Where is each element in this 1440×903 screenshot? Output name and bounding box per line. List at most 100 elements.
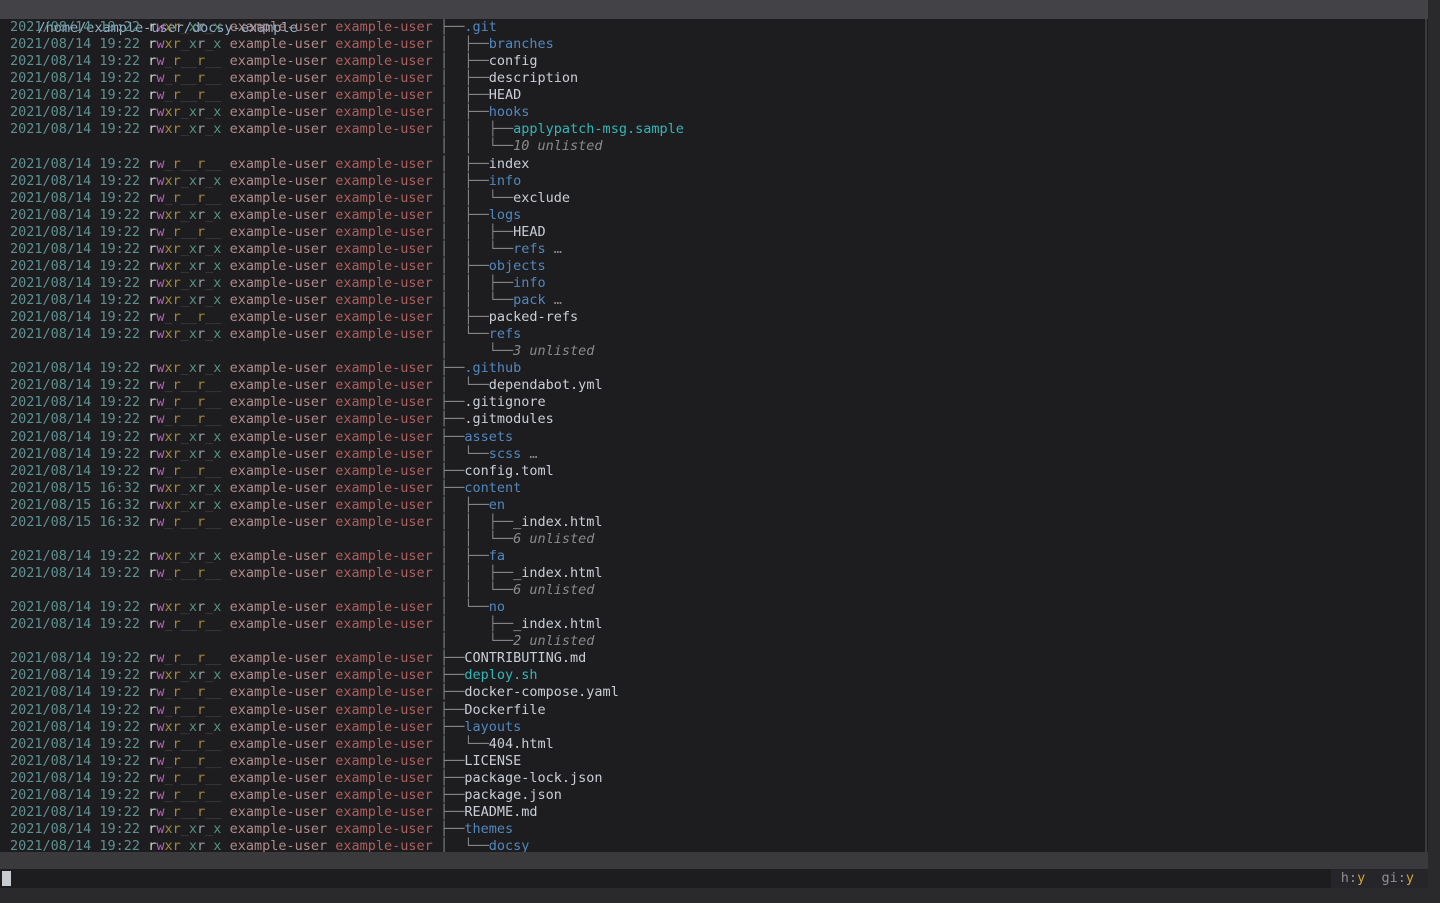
file-row[interactable]: 2021/08/14 19:22 rw_r__r__ example-user …	[0, 53, 1428, 70]
file-row[interactable]: 2021/08/14 19:22 rwxr_xr_x example-user …	[0, 258, 1428, 275]
file-name[interactable]: index	[489, 156, 530, 172]
file-name[interactable]: pack	[513, 292, 546, 308]
file-row[interactable]: 2021/08/14 19:22 rw_r__r__ example-user …	[0, 702, 1428, 719]
file-name[interactable]: fa	[489, 548, 505, 564]
file-row[interactable]: 2021/08/14 19:22 rwxr_xr_x example-user …	[0, 446, 1428, 463]
file-name[interactable]: _index.html	[513, 565, 602, 581]
file-name[interactable]: dependabot.yml	[489, 377, 603, 393]
file-row[interactable]: 2021/08/14 19:22 rwxr_xr_x example-user …	[0, 207, 1428, 224]
file-name[interactable]: config.toml	[464, 463, 553, 479]
file-name[interactable]: Dockerfile	[464, 702, 545, 718]
path-bar[interactable]: /home/example-user/docsy-example	[0, 0, 1428, 19]
file-row[interactable]: 2021/08/14 19:22 rwxr_xr_x example-user …	[0, 326, 1428, 343]
file-row[interactable]: 2021/08/14 19:22 rwxr_xr_x example-user …	[0, 429, 1428, 446]
file-row[interactable]: 2021/08/14 19:22 rw_r__r__ example-user …	[0, 190, 1428, 207]
file-name[interactable]: CONTRIBUTING.md	[464, 650, 586, 666]
tree-entry: ├──CONTRIBUTING.md	[440, 650, 586, 667]
file-name[interactable]: en	[489, 497, 505, 513]
file-name[interactable]: logs	[489, 207, 522, 223]
file-name[interactable]: objects	[489, 258, 546, 274]
file-row[interactable]: 2021/08/14 19:22 rw_r__r__ example-user …	[0, 736, 1428, 753]
file-row[interactable]: 2021/08/15 16:32 rw_r__r__ example-user …	[0, 514, 1428, 531]
file-row[interactable]: 2021/08/15 16:32 rwxr_xr_x example-user …	[0, 497, 1428, 514]
file-row[interactable]: 2021/08/14 19:22 rw_r__r__ example-user …	[0, 804, 1428, 821]
file-name[interactable]: .github	[464, 360, 521, 376]
file-name[interactable]: 404.html	[489, 736, 554, 752]
file-row[interactable]: 2021/08/14 19:22 rwxr_xr_x example-user …	[0, 275, 1428, 292]
file-row[interactable]: 2021/08/14 19:22 rw_r__r__ example-user …	[0, 770, 1428, 787]
file-name[interactable]: _index.html	[513, 616, 602, 632]
file-row[interactable]: 2021/08/14 19:22 rw_r__r__ example-user …	[0, 616, 1428, 633]
file-row[interactable]: │ └──3 unlisted	[0, 343, 1428, 360]
file-row[interactable]: 2021/08/14 19:22 rwxr_xr_x example-user …	[0, 173, 1428, 190]
file-name[interactable]: .gitignore	[464, 394, 545, 410]
file-name[interactable]: no	[489, 599, 505, 615]
file-row[interactable]: 2021/08/14 19:22 rwxr_xr_x example-user …	[0, 19, 1428, 36]
file-row[interactable]: 2021/08/14 19:22 rwxr_xr_x example-user …	[0, 667, 1428, 684]
file-name[interactable]: docker-compose.yaml	[464, 684, 618, 700]
file-name[interactable]: .gitmodules	[464, 411, 553, 427]
file-name[interactable]: .git	[464, 19, 497, 35]
file-row[interactable]: 2021/08/14 19:22 rw_r__r__ example-user …	[0, 565, 1428, 582]
file-name[interactable]: branches	[489, 36, 554, 52]
file-row[interactable]: │ └──2 unlisted	[0, 633, 1428, 650]
file-name[interactable]: refs	[513, 241, 546, 257]
file-name[interactable]: layouts	[464, 719, 521, 735]
file-row[interactable]: 2021/08/14 19:22 rwxr_xr_x example-user …	[0, 292, 1428, 309]
file-name[interactable]: exclude	[513, 190, 570, 206]
file-name[interactable]: LICENSE	[464, 753, 521, 769]
file-name[interactable]: README.md	[464, 804, 537, 820]
file-row[interactable]: 2021/08/14 19:22 rw_r__r__ example-user …	[0, 394, 1428, 411]
file-name[interactable]: refs	[489, 326, 522, 342]
file-row[interactable]: 2021/08/15 16:32 rwxr_xr_x example-user …	[0, 480, 1428, 497]
file-name[interactable]: description	[489, 70, 578, 86]
file-row[interactable]: 2021/08/14 19:22 rw_r__r__ example-user …	[0, 684, 1428, 701]
file-name[interactable]: info	[489, 173, 522, 189]
file-row[interactable]: │ │ └──6 unlisted	[0, 582, 1428, 599]
file-row[interactable]: 2021/08/14 19:22 rwxr_xr_x example-user …	[0, 121, 1428, 138]
file-name[interactable]: applypatch-msg.sample	[513, 121, 684, 137]
file-name[interactable]: hooks	[489, 104, 530, 120]
file-permission-char: _	[181, 719, 189, 735]
file-row[interactable]: 2021/08/14 19:22 rw_r__r__ example-user …	[0, 463, 1428, 480]
file-name[interactable]: scss	[489, 446, 522, 462]
file-name[interactable]: config	[489, 53, 538, 69]
file-row[interactable]: 2021/08/14 19:22 rwxr_xr_x example-user …	[0, 599, 1428, 616]
file-row[interactable]: 2021/08/14 19:22 rwxr_xr_x example-user …	[0, 104, 1428, 121]
file-row[interactable]: 2021/08/14 19:22 rw_r__r__ example-user …	[0, 787, 1428, 804]
file-name[interactable]: package.json	[464, 787, 562, 803]
file-row[interactable]: 2021/08/14 19:22 rwxr_xr_x example-user …	[0, 36, 1428, 53]
scrollbar-track[interactable]	[1425, 19, 1427, 852]
file-name[interactable]: _index.html	[513, 514, 602, 530]
file-row[interactable]: 2021/08/14 19:22 rwxr_xr_x example-user …	[0, 719, 1428, 736]
file-row[interactable]: 2021/08/14 19:22 rw_r__r__ example-user …	[0, 87, 1428, 104]
file-row[interactable]: 2021/08/14 19:22 rw_r__r__ example-user …	[0, 70, 1428, 87]
file-row[interactable]: 2021/08/14 19:22 rw_r__r__ example-user …	[0, 309, 1428, 326]
file-name[interactable]: packed-refs	[489, 309, 578, 325]
file-row[interactable]: │ │ └──6 unlisted	[0, 531, 1428, 548]
tree-entry: │ └──404.html	[440, 736, 554, 753]
file-name[interactable]: info	[513, 275, 546, 291]
file-row[interactable]: 2021/08/14 19:22 rw_r__r__ example-user …	[0, 411, 1428, 428]
file-row[interactable]: 2021/08/14 19:22 rw_r__r__ example-user …	[0, 753, 1428, 770]
file-row[interactable]: 2021/08/14 19:22 rwxr_xr_x example-user …	[0, 838, 1428, 852]
file-row[interactable]: 2021/08/14 19:22 rw_r__r__ example-user …	[0, 377, 1428, 394]
search-input[interactable]: h:y gi:y	[0, 869, 1428, 888]
file-name[interactable]: themes	[464, 821, 513, 837]
file-row[interactable]: │ │ └──10 unlisted	[0, 138, 1428, 155]
file-row[interactable]: 2021/08/14 19:22 rwxr_xr_x example-user …	[0, 241, 1428, 258]
file-name[interactable]: assets	[464, 429, 513, 445]
file-name[interactable]: deploy.sh	[464, 667, 537, 683]
file-row[interactable]: 2021/08/14 19:22 rw_r__r__ example-user …	[0, 224, 1428, 241]
file-name[interactable]: content	[464, 480, 521, 496]
file-name[interactable]: docsy	[489, 838, 530, 852]
file-row[interactable]: 2021/08/14 19:22 rwxr_xr_x example-user …	[0, 360, 1428, 377]
file-name[interactable]: HEAD	[513, 224, 546, 240]
file-group: example-user	[327, 770, 433, 786]
file-name[interactable]: HEAD	[489, 87, 522, 103]
file-row[interactable]: 2021/08/14 19:22 rwxr_xr_x example-user …	[0, 548, 1428, 565]
file-row[interactable]: 2021/08/14 19:22 rw_r__r__ example-user …	[0, 156, 1428, 173]
file-row[interactable]: 2021/08/14 19:22 rwxr_xr_x example-user …	[0, 821, 1428, 838]
file-row[interactable]: 2021/08/14 19:22 rw_r__r__ example-user …	[0, 650, 1428, 667]
file-name[interactable]: package-lock.json	[464, 770, 602, 786]
